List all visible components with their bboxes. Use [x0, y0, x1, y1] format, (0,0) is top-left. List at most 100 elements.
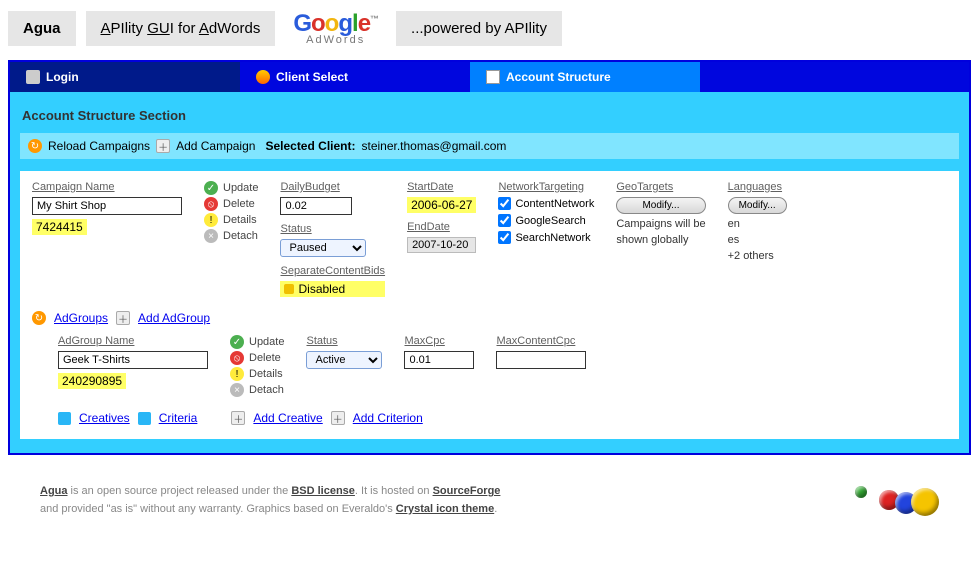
detach-action[interactable]: ×Detach	[204, 229, 258, 243]
add-criterion-icon: ＋	[331, 411, 345, 425]
footer-agua-link[interactable]: Agua	[40, 485, 68, 497]
adgroup-status-select[interactable]: Active	[306, 351, 382, 369]
maxcpc-label: MaxCpc	[404, 335, 474, 347]
tab-client-select[interactable]: Client Select	[240, 62, 470, 92]
criteria-link[interactable]: Criteria	[159, 411, 198, 425]
reload-campaigns-link[interactable]: Reload Campaigns	[48, 139, 150, 153]
nt-search-network[interactable]: SearchNetwork	[498, 231, 594, 244]
adgroup-name-col: AdGroup Name 240290895	[58, 335, 208, 389]
nt-google-search[interactable]: GoogleSearch	[498, 214, 594, 227]
network-targeting-col: NetworkTargeting ContentNetwork GoogleSe…	[498, 181, 594, 244]
adgroup-actions: ✓Update ⦸Delete !Details ×Detach	[230, 335, 284, 397]
tab-label: Login	[46, 70, 79, 84]
tab-bar: Login Client Select Account Structure	[10, 62, 969, 92]
detach-icon: ×	[204, 229, 218, 243]
lang-more: +2 others	[728, 250, 787, 262]
details-action[interactable]: !Details	[204, 213, 258, 227]
geotargets-col: GeoTargets Modify... Campaigns will be s…	[616, 181, 705, 246]
criteria-icon	[138, 412, 151, 425]
selected-client-label: Selected Client:	[265, 139, 355, 153]
main-frame: Login Client Select Account Structure Ac…	[8, 60, 971, 455]
add-creative-icon: ＋	[231, 411, 245, 425]
status-select[interactable]: Paused	[280, 239, 366, 257]
maxcontentcpc-input[interactable]	[496, 351, 586, 369]
section-body: Account Structure Section ↻ Reload Campa…	[10, 92, 969, 453]
adgroups-icon: ↻	[32, 311, 46, 325]
top-header: Agua APIlity GUI for AdWords Google™ AdW…	[0, 0, 979, 52]
budget-status-col: DailyBudget Status Paused SeparateConten…	[280, 181, 385, 297]
add-creative-link[interactable]: Add Creative	[253, 411, 322, 425]
add-criterion-link[interactable]: Add Criterion	[353, 411, 423, 425]
detach-icon: ×	[230, 383, 244, 397]
tab-label: Client Select	[276, 70, 348, 84]
adgroup-block: AdGroup Name 240290895 ✓Update ⦸Delete !…	[58, 335, 947, 397]
update-action[interactable]: ✓Update	[204, 181, 258, 195]
tab-login[interactable]: Login	[10, 62, 240, 92]
delete-icon: ⦸	[204, 197, 218, 211]
app-name-button[interactable]: Agua	[8, 11, 76, 46]
lock-icon	[26, 70, 40, 84]
tab-account-structure[interactable]: Account Structure	[470, 62, 700, 92]
geotargets-msg2: shown globally	[616, 234, 705, 246]
update-icon: ✓	[204, 181, 218, 195]
google-adwords-logo: Google™ AdWords	[285, 10, 386, 46]
geotargets-label: GeoTargets	[616, 181, 705, 193]
lang-en: en	[728, 218, 787, 230]
add-adgroup-link[interactable]: Add AdGroup	[138, 311, 210, 325]
campaign-name-input[interactable]	[32, 197, 182, 215]
campaign-actions: ✓Update ⦸Delete !Details ×Detach	[204, 181, 258, 243]
tagline-button[interactable]: APIlity GUI for AdWords	[86, 11, 276, 46]
add-campaign-link[interactable]: Add Campaign	[176, 139, 255, 153]
maxcpc-input[interactable]	[404, 351, 474, 369]
adgroup-status-label: Status	[306, 335, 382, 347]
startdate-label: StartDate	[407, 181, 476, 193]
adgroup-name-label: AdGroup Name	[58, 335, 208, 347]
ag-update-action[interactable]: ✓Update	[230, 335, 284, 349]
campaign-name-col: Campaign Name 7424415	[32, 181, 182, 235]
adgroup-name-input[interactable]	[58, 351, 208, 369]
section-toolbar: ↻ Reload Campaigns ＋ Add Campaign Select…	[20, 133, 959, 159]
tab-label: Account Structure	[506, 70, 611, 84]
languages-label: Languages	[728, 181, 787, 193]
adgroups-bar: ↻ AdGroups ＋ Add AdGroup	[32, 311, 947, 325]
creatives-link[interactable]: Creatives	[79, 411, 130, 425]
scb-label: SeparateContentBids	[280, 265, 385, 277]
add-adgroup-icon: ＋	[116, 311, 130, 325]
scb-value: Disabled	[280, 281, 385, 297]
ag-detach-action[interactable]: ×Detach	[230, 383, 284, 397]
footer-bsd-link[interactable]: BSD license	[291, 485, 355, 497]
enddate-value: 2007-10-20	[407, 237, 476, 253]
reload-icon: ↻	[28, 139, 42, 153]
page-footer: Agua is an open source project released …	[40, 483, 939, 518]
update-icon: ✓	[230, 335, 244, 349]
creatives-bar: Creatives Criteria ＋ Add Creative ＋ Add …	[58, 411, 947, 425]
powered-by-button[interactable]: ...powered by APIlity	[396, 11, 562, 46]
ag-delete-action[interactable]: ⦸Delete	[230, 351, 284, 365]
add-campaign-icon: ＋	[156, 139, 170, 153]
footer-sf-link[interactable]: SourceForge	[433, 485, 501, 497]
bulb-icon: !	[230, 367, 244, 381]
people-icon	[256, 70, 270, 84]
dailybudget-label: DailyBudget	[280, 181, 385, 193]
maxcontentcpc-col: MaxContentCpc	[496, 335, 586, 369]
adgroups-link[interactable]: AdGroups	[54, 311, 108, 325]
enddate-label: EndDate	[407, 221, 476, 233]
geotargets-modify-button[interactable]: Modify...	[616, 197, 705, 214]
bulb-icon: !	[204, 213, 218, 227]
geotargets-msg: Campaigns will be	[616, 218, 705, 230]
footer-crystal-link[interactable]: Crystal icon theme	[396, 503, 494, 515]
sheet-icon	[486, 70, 500, 84]
adgroup-status-col: Status Active	[306, 335, 382, 369]
lang-es: es	[728, 234, 787, 246]
languages-col: Languages Modify... en es +2 others	[728, 181, 787, 262]
nt-content-network[interactable]: ContentNetwork	[498, 197, 594, 210]
delete-action[interactable]: ⦸Delete	[204, 197, 258, 211]
startdate-value: 2006-06-27	[407, 197, 476, 213]
dailybudget-input[interactable]	[280, 197, 352, 215]
footer-text: Agua is an open source project released …	[40, 483, 500, 518]
color-balls-logo	[855, 486, 939, 516]
languages-modify-button[interactable]: Modify...	[728, 197, 787, 214]
ag-details-action[interactable]: !Details	[230, 367, 284, 381]
delete-icon: ⦸	[230, 351, 244, 365]
maxcpc-col: MaxCpc	[404, 335, 474, 369]
